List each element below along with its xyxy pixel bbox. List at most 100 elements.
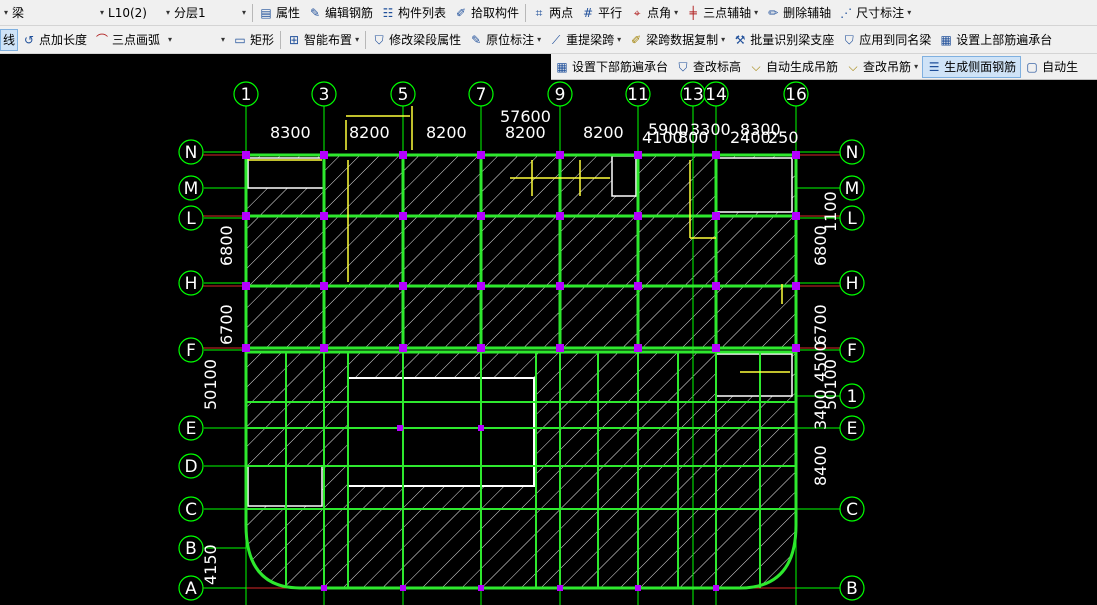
- separator: [365, 30, 367, 49]
- right-dim: 4500: [811, 341, 830, 382]
- right-dim: 1100: [821, 191, 840, 232]
- chevron-down-icon: ▾: [221, 35, 226, 44]
- side-rebar-button[interactable]: ☰ 生成侧面钢筋: [922, 55, 1022, 78]
- delete-axis-button[interactable]: ✏ 删除辅轴: [762, 2, 835, 24]
- column: [320, 344, 328, 352]
- apply-same-label: 应用到同名梁: [859, 33, 932, 47]
- parallel-button[interactable]: # 平行: [577, 2, 626, 24]
- chevron-down-icon: ▾: [914, 62, 919, 71]
- axis-bubble-left: C: [178, 496, 204, 522]
- axis-bubble-right: E: [839, 415, 865, 441]
- column: [478, 425, 484, 431]
- axis-bubble-label: H: [185, 274, 198, 294]
- toolbar-row-3: ▦ 设置下部筋遍承台 ⛉ 查改标高 ⌵ 自动生成吊筋 ⌵ 查改吊筋 ▾ ☰ 生成侧面钢筋 ▢…: [551, 54, 1097, 80]
- item-select-value: L10(2): [108, 5, 147, 20]
- type-select[interactable]: ▾ 梁: [0, 3, 96, 23]
- delete-axis-icon: ✏: [768, 5, 779, 20]
- set-top-rebar-label: 设置上部筋遍承台: [956, 33, 1053, 47]
- edit-rebar-button[interactable]: ✎ 编辑钢筋: [304, 2, 377, 24]
- rect-icon: ▭: [234, 32, 246, 47]
- axis-bubble-label: 7: [476, 85, 487, 105]
- column: [478, 585, 484, 591]
- chevron-down-icon: ▾: [754, 8, 759, 17]
- axis-bubble-top: 16: [783, 81, 809, 107]
- axis-bubble-label: 9: [555, 85, 566, 105]
- axis-bubble-left: N: [178, 139, 204, 165]
- set-bottom-rebar-icon: ▦: [556, 59, 568, 74]
- layer-select-value: 分层1: [174, 6, 206, 20]
- axis-bubble-label: 13: [682, 85, 704, 105]
- opening-e: [715, 353, 793, 397]
- auto-hanger-label: 自动生成吊筋: [766, 60, 839, 74]
- two-points-button[interactable]: ⌗ 两点: [528, 2, 577, 24]
- line-button[interactable]: 线: [0, 28, 19, 51]
- edit-rebar-icon: ✎: [309, 5, 321, 20]
- column: [712, 344, 720, 352]
- axis-bubble-top: 7: [468, 81, 494, 107]
- line-label: 线: [3, 33, 16, 47]
- pick-component-button[interactable]: ✐ 拾取构件: [450, 2, 523, 24]
- component-list-button[interactable]: ☷ 构件列表: [377, 2, 450, 24]
- column: [477, 151, 485, 159]
- modify-segment-button[interactable]: ⛉ 修改梁段属性: [368, 29, 465, 51]
- column: [792, 282, 800, 290]
- drawing-canvas[interactable]: 57600 8300 8200 8200 8200 8200 5900 3300…: [0, 80, 1097, 605]
- column: [792, 344, 800, 352]
- property-label: 属性: [276, 6, 301, 20]
- set-bottom-rebar-button[interactable]: ▦ 设置下部筋遍承台: [551, 56, 672, 78]
- edit-rebar-label: 编辑钢筋: [325, 6, 374, 20]
- property-button[interactable]: ▤ 属性: [255, 2, 304, 24]
- edit-hanger-button[interactable]: ⌵ 查改吊筋 ▾: [842, 56, 922, 78]
- column: [320, 282, 328, 290]
- smart-layout-button[interactable]: ⊞ 智能布置 ▾: [283, 29, 363, 51]
- separator: [252, 3, 253, 22]
- axis-bubble-right: L: [839, 205, 865, 231]
- axis-bubble-label: M: [184, 179, 199, 199]
- axis-bubble-right: F: [839, 337, 865, 363]
- right-dim: 6700: [811, 304, 830, 345]
- rect-button[interactable]: ▭ 矩形: [229, 29, 278, 51]
- auto-hanger-button[interactable]: ⌵ 自动生成吊筋: [745, 56, 842, 78]
- spacing-dim-r: 800: [678, 128, 709, 147]
- edit-height-button[interactable]: ⛉ 查改标高: [672, 56, 745, 78]
- chevron-down-icon: ▾: [537, 35, 542, 44]
- column: [634, 151, 642, 159]
- axis-bubble-label: 11: [627, 85, 649, 105]
- axis-bubble-top: 3: [311, 81, 337, 107]
- right-dim: 8400: [811, 445, 830, 486]
- auto-gen-button[interactable]: ▢ 自动生: [1021, 56, 1082, 78]
- axis-bubble-label: 16: [785, 85, 807, 105]
- dimension-button[interactable]: ⋰ 尺寸标注 ▾: [835, 2, 915, 24]
- axis-bubble-left: D: [178, 453, 204, 479]
- layer-select[interactable]: ▾ 分层1 ▾: [162, 3, 250, 23]
- re-span-button[interactable]: ⟋ 重提梁跨 ▾: [545, 29, 625, 51]
- left-dim: 50100: [201, 359, 220, 410]
- axis-bubble-top: 14: [703, 81, 729, 107]
- column: [712, 212, 720, 220]
- axis-bubble-left: E: [178, 415, 204, 441]
- point-angle-button[interactable]: ⌖ 点角 ▾: [626, 2, 682, 24]
- batch-support-button[interactable]: ⚒ 批量识别梁支座: [729, 29, 838, 51]
- point-length-icon: ↺: [23, 32, 35, 47]
- item-select[interactable]: ▾ L10(2): [96, 3, 162, 23]
- column: [242, 282, 250, 290]
- opening-ne: [715, 157, 793, 213]
- copy-span-button[interactable]: ✐ 梁跨数据复制 ▾: [625, 29, 729, 51]
- spacing-dim: 8200: [583, 123, 624, 142]
- apply-same-button[interactable]: ⛉ 应用到同名梁: [838, 29, 935, 51]
- parallel-icon: #: [583, 5, 594, 20]
- axis-bubble-label: N: [185, 143, 198, 163]
- axis-bubble-label: F: [847, 341, 857, 361]
- spacing-dim: 8200: [505, 123, 546, 142]
- column: [556, 212, 564, 220]
- three-point-axis-button[interactable]: ╪ 三点辅轴 ▾: [682, 2, 762, 24]
- axis-bubble-right: B: [839, 575, 865, 601]
- point-angle-label: 点角: [647, 6, 672, 20]
- axis-bubble-label: A: [185, 579, 197, 599]
- original-mark-button[interactable]: ✎ 原位标注 ▾: [465, 29, 545, 51]
- three-point-arc-button[interactable]: ⌒ 三点画弧 ▾ ▾: [91, 29, 229, 51]
- point-length-button[interactable]: ↺ 点加长度: [18, 29, 91, 51]
- auto-hanger-icon: ⌵: [751, 59, 761, 74]
- set-top-rebar-button[interactable]: ▦ 设置上部筋遍承台: [935, 29, 1056, 51]
- column: [713, 585, 719, 591]
